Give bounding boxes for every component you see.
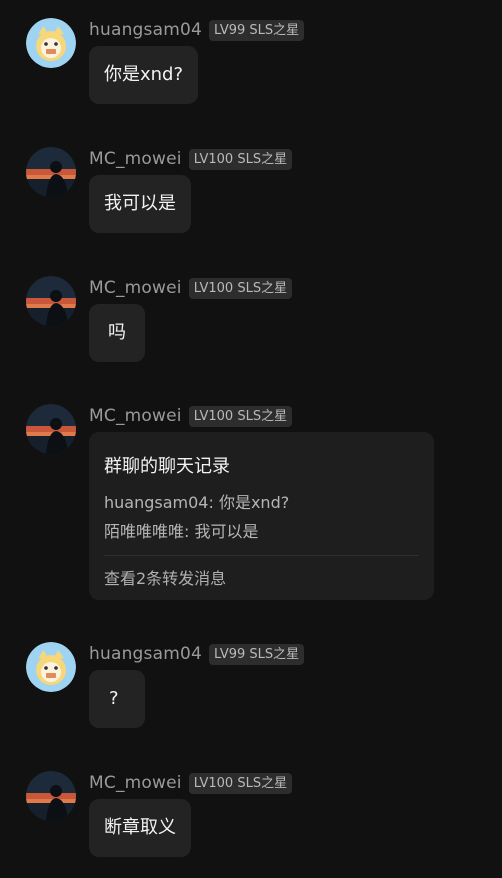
forward-line: 陌唯唯唯唯: 我可以是 bbox=[104, 518, 259, 542]
message-meta: MC_mowei LV100 SLS之星 bbox=[89, 147, 293, 171]
message-bubble[interactable]: 你是xnd? bbox=[89, 46, 199, 104]
username[interactable]: huangsam04 bbox=[89, 20, 202, 40]
level-badge: LV99 SLS之星 bbox=[209, 643, 305, 665]
message-bubble[interactable]: ? bbox=[89, 670, 145, 728]
forward-text: 你是xnd? bbox=[218, 493, 290, 512]
silhouette-sunset-avatar-icon bbox=[26, 771, 76, 821]
avatar-mc-mowei[interactable] bbox=[26, 147, 76, 197]
username[interactable]: MC_mowei bbox=[89, 149, 182, 169]
username[interactable]: huangsam04 bbox=[89, 644, 202, 664]
message-meta: MC_mowei LV100 SLS之星 bbox=[89, 404, 293, 428]
level-badge: LV100 SLS之星 bbox=[188, 277, 293, 299]
cartoon-avatar-icon bbox=[26, 642, 76, 692]
cartoon-avatar-icon bbox=[26, 18, 76, 68]
avatar-mc-mowei[interactable] bbox=[26, 771, 76, 821]
forwarded-chat-card[interactable]: 群聊的聊天记录 huangsam04: 你是xnd? 陌唯唯唯唯: 我可以是 查… bbox=[89, 432, 434, 600]
forward-text: 我可以是 bbox=[194, 522, 259, 541]
forward-separator: : bbox=[208, 493, 219, 512]
silhouette-sunset-avatar-icon bbox=[26, 276, 76, 326]
message-bubble[interactable]: 断章取义 bbox=[89, 799, 191, 857]
message-meta: huangsam04 LV99 SLS之星 bbox=[89, 18, 305, 42]
level-badge: LV100 SLS之星 bbox=[188, 772, 293, 794]
username[interactable]: MC_mowei bbox=[89, 773, 182, 793]
silhouette-sunset-avatar-icon bbox=[26, 147, 76, 197]
avatar-mc-mowei[interactable] bbox=[26, 404, 76, 454]
message-bubble[interactable]: 吗 bbox=[89, 304, 145, 362]
forward-separator: : bbox=[184, 522, 195, 541]
message-meta: MC_mowei LV100 SLS之星 bbox=[89, 276, 293, 300]
message-meta: huangsam04 LV99 SLS之星 bbox=[89, 642, 305, 666]
forward-sender: huangsam04 bbox=[104, 493, 209, 512]
forward-sender: 陌唯唯唯唯 bbox=[104, 522, 185, 541]
level-badge: LV99 SLS之星 bbox=[209, 19, 305, 41]
avatar-huangsam04[interactable] bbox=[26, 642, 76, 692]
forward-title: 群聊的聊天记录 bbox=[104, 456, 230, 477]
level-badge: LV100 SLS之星 bbox=[188, 405, 293, 427]
silhouette-sunset-avatar-icon bbox=[26, 404, 76, 454]
message-bubble[interactable]: 我可以是 bbox=[89, 175, 191, 233]
message-meta: MC_mowei LV100 SLS之星 bbox=[89, 771, 293, 795]
level-badge: LV100 SLS之星 bbox=[188, 148, 293, 170]
username[interactable]: MC_mowei bbox=[89, 278, 182, 298]
view-forwarded-link[interactable]: 查看2条转发消息 bbox=[104, 565, 226, 589]
forward-line: huangsam04: 你是xnd? bbox=[104, 489, 289, 513]
divider bbox=[104, 555, 419, 556]
avatar-mc-mowei[interactable] bbox=[26, 276, 76, 326]
avatar-huangsam04[interactable] bbox=[26, 18, 76, 68]
username[interactable]: MC_mowei bbox=[89, 406, 182, 426]
